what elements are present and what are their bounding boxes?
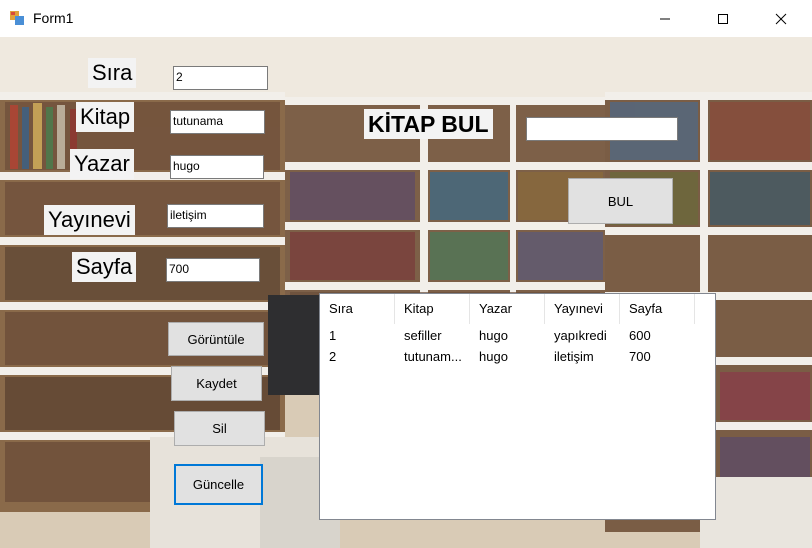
column-header-sayfa[interactable]: Sayfa (620, 294, 695, 324)
kaydet-button[interactable]: Kaydet (171, 366, 262, 401)
column-header-sira[interactable]: Sıra (320, 294, 395, 324)
goruntule-button[interactable]: Görüntüle (168, 322, 264, 356)
search-input[interactable] (526, 117, 678, 141)
label-kitap: Kitap (76, 102, 135, 132)
window-title: Form1 (33, 10, 74, 26)
cell-kitap: tutunam... (404, 349, 462, 364)
cell-sayfa: 700 (629, 349, 651, 364)
column-header-yazar[interactable]: Yazar (470, 294, 545, 324)
sil-button[interactable]: Sil (174, 411, 265, 446)
cell-sayfa: 600 (629, 328, 651, 343)
yazar-field[interactable]: hugo (170, 155, 264, 179)
column-header-kitap[interactable]: Kitap (395, 294, 470, 324)
close-icon (775, 13, 787, 24)
maximize-icon (718, 13, 728, 24)
cell-yayinevi: yapıkredi (554, 328, 607, 343)
listview-row[interactable]: 1 sefiller hugo yapıkredi 600 (320, 325, 715, 346)
label-sayfa: Sayfa (72, 252, 137, 282)
label-yazar: Yazar (70, 149, 134, 179)
guncelle-button[interactable]: Güncelle (174, 464, 263, 505)
minimize-button[interactable] (636, 0, 694, 37)
column-header-yayinevi[interactable]: Yayınevi (545, 294, 620, 324)
label-sira: Sıra (88, 58, 137, 88)
cell-sira: 2 (329, 349, 337, 364)
close-button[interactable] (752, 0, 810, 37)
cell-yazar: hugo (479, 328, 508, 343)
title-bar: Form1 (0, 0, 812, 37)
listview-row[interactable]: 2 tutunam... hugo iletişim 700 (320, 346, 715, 367)
books-listview[interactable]: Sıra Kitap Yazar Yayınevi Sayfa 1 sefill… (319, 293, 716, 520)
search-heading: KİTAP BUL (364, 109, 493, 139)
sayfa-field[interactable]: 700 (166, 258, 260, 282)
cell-yayinevi: iletişim (554, 349, 594, 364)
listview-header: Sıra Kitap Yazar Yayınevi Sayfa (320, 294, 715, 324)
label-yayinevi: Yayınevi (44, 205, 135, 235)
cell-yazar: hugo (479, 349, 508, 364)
cell-sira: 1 (329, 328, 337, 343)
cell-kitap: sefiller (404, 328, 442, 343)
maximize-button[interactable] (694, 0, 752, 37)
yayinevi-field[interactable]: iletişim (167, 204, 264, 228)
windows-form-icon (9, 10, 25, 26)
bul-button[interactable]: BUL (568, 178, 673, 224)
sira-field[interactable]: 2 (173, 66, 268, 90)
minimize-icon (660, 18, 670, 19)
kitap-field[interactable]: tutunama (170, 110, 265, 134)
